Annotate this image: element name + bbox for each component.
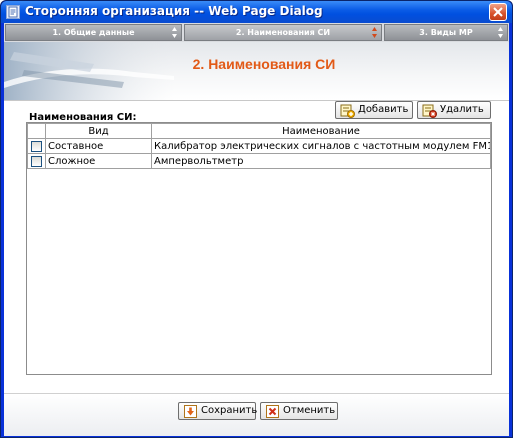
cancel-button[interactable]: Отменить [260,402,338,420]
window-title: Сторонняя организация -- Web Page Dialog [25,4,323,18]
delete-button-label: Удалить [440,104,484,115]
banner-graphic [4,42,174,100]
content-panel: Наименования СИ: Добавить Удалить Вид На… [4,100,509,393]
step-arrows-icon [172,27,177,38]
row-select-cell [27,138,46,154]
row-kind: Сложное [45,153,152,169]
delete-button[interactable]: Удалить [417,101,491,119]
step-arrows-icon [372,27,377,38]
close-button[interactable] [489,3,507,21]
row-name: Калибратор электрических сигналов с част… [151,138,491,154]
column-header-kind[interactable]: Вид [45,123,152,139]
step-instrument-names[interactable]: 2. Наименования СИ [184,24,382,41]
step-label: 3. Виды МР [419,28,473,37]
table-row[interactable]: Составное Калибратор электрических сигна… [27,138,491,154]
delete-record-icon [422,104,437,118]
dialog-client-area: 1. Общие данные 2. Наименования СИ 3. Ви… [4,23,509,436]
dialog-footer: Сохранить Отменить [4,393,509,436]
step-arrows-icon [498,27,503,38]
row-select-cell [27,153,46,169]
title-bar[interactable]: Сторонняя организация -- Web Page Dialog [1,1,512,23]
column-header-name[interactable]: Наименование [151,123,491,139]
select-column-header [27,123,46,139]
save-button[interactable]: Сохранить [178,402,258,420]
add-button[interactable]: Добавить [335,101,413,119]
row-checkbox[interactable] [31,156,42,167]
step-label: 1. Общие данные [52,28,135,37]
save-icon [184,405,197,418]
add-record-icon [340,104,355,118]
dialog-window: Сторонняя организация -- Web Page Dialog… [0,0,513,438]
close-icon [493,7,503,17]
row-checkbox[interactable] [31,141,42,152]
step-general-data[interactable]: 1. Общие данные [5,24,182,41]
step-mr-types[interactable]: 3. Виды МР [384,24,508,41]
row-kind: Составное [45,138,152,154]
save-button-label: Сохранить [201,405,258,416]
page-title: 2. Наименования СИ [192,56,336,72]
cancel-button-label: Отменить [283,405,336,416]
row-name: Ампервольтметр [151,153,491,169]
cancel-icon [266,405,279,418]
wizard-steps: 1. Общие данные 2. Наименования СИ 3. Ви… [4,23,509,42]
add-button-label: Добавить [358,104,409,115]
table-row[interactable]: Сложное Ампервольтметр [27,153,491,169]
instrument-table: Вид Наименование Составное Калибратор эл… [26,122,492,375]
table-header-row: Вид Наименование [27,123,491,139]
header-banner: 2. Наименования СИ [4,42,509,100]
page-icon [6,5,20,19]
step-label: 2. Наименования СИ [235,28,331,37]
